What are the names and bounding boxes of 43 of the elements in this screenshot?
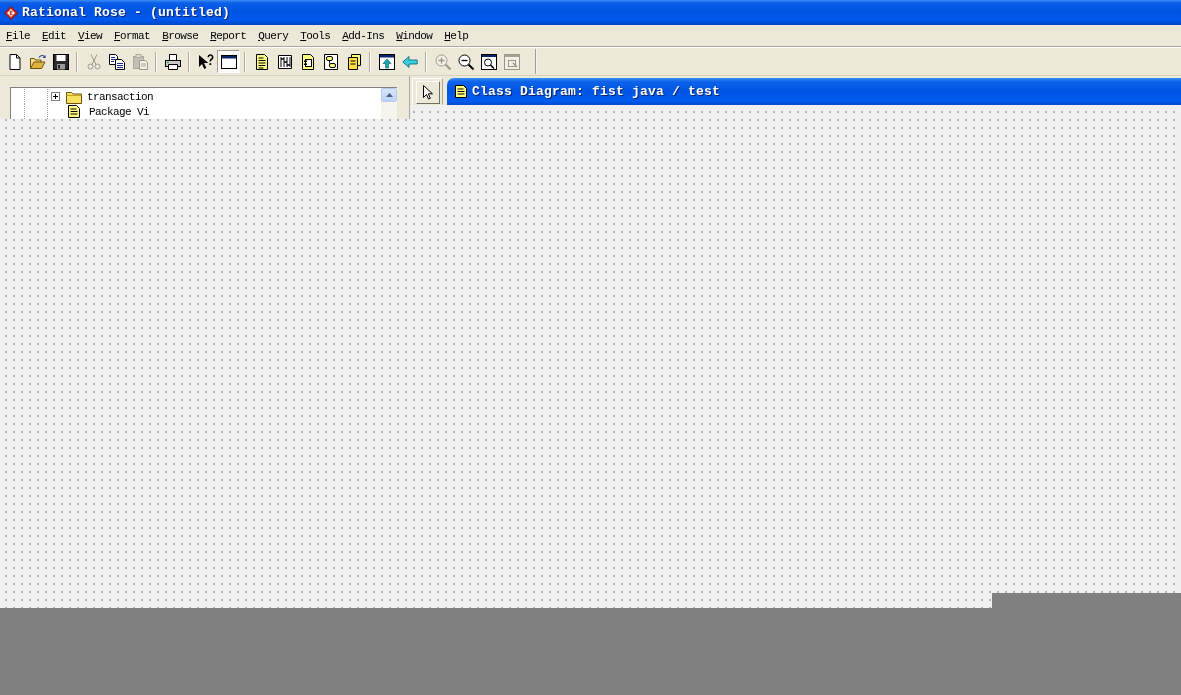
- component-page-icon: [299, 53, 316, 70]
- menu-item[interactable]: Help: [438, 26, 475, 45]
- scissors-icon: [85, 53, 102, 70]
- caret-up-icon: [385, 93, 393, 97]
- menu-item[interactable]: Report: [204, 26, 253, 45]
- blank-page-icon: [6, 53, 23, 70]
- menu-item[interactable]: Format: [108, 26, 157, 45]
- window-icon: [220, 53, 237, 70]
- expand-toggle[interactable]: [51, 92, 60, 101]
- bars-page-icon: [276, 53, 293, 70]
- menu-item[interactable]: Browse: [156, 26, 205, 45]
- menu-item[interactable]: File: [0, 26, 37, 45]
- left-arrow-icon: [401, 53, 418, 70]
- menu-item[interactable]: Query: [252, 26, 295, 45]
- stacked-pages-icon: [345, 53, 362, 70]
- tree-item-label[interactable]: Package Vi: [89, 105, 149, 118]
- help-pointer-icon: [197, 53, 214, 70]
- copy-pages-icon: [108, 53, 125, 70]
- browser-toggle-button[interactable]: [217, 50, 240, 73]
- diagram-page-icon: [68, 105, 80, 118]
- diagram-page-icon: [455, 85, 467, 98]
- pointer-icon: [422, 85, 433, 100]
- zoom-in-icon: [434, 53, 451, 70]
- open-folder-icon: [29, 53, 46, 70]
- zoom-out-icon: [457, 53, 474, 70]
- menu-item[interactable]: View: [72, 26, 109, 45]
- scroll-up-button[interactable]: [381, 88, 397, 102]
- menu-item[interactable]: Window: [390, 26, 439, 45]
- folder-icon: [66, 89, 82, 104]
- undo-fit-icon: [503, 53, 520, 70]
- fit-window-icon: [480, 53, 497, 70]
- menu-item[interactable]: Add-Ins: [336, 26, 391, 45]
- clipboard-icon: [131, 53, 148, 70]
- diagram-page-icon: [253, 53, 270, 70]
- menu-item[interactable]: Tools: [294, 26, 337, 45]
- printer-icon: [164, 53, 181, 70]
- diamond-logo-icon: [4, 5, 18, 20]
- state-page-icon: [322, 53, 339, 70]
- diagram-window-title: Class Diagram: fist java / test: [472, 84, 721, 99]
- up-arrow-window-icon: [378, 53, 395, 70]
- tree-item-label[interactable]: transaction: [87, 90, 153, 103]
- window-title: Rational Rose - (untitled): [22, 5, 231, 20]
- menu-item[interactable]: Edit: [36, 26, 73, 45]
